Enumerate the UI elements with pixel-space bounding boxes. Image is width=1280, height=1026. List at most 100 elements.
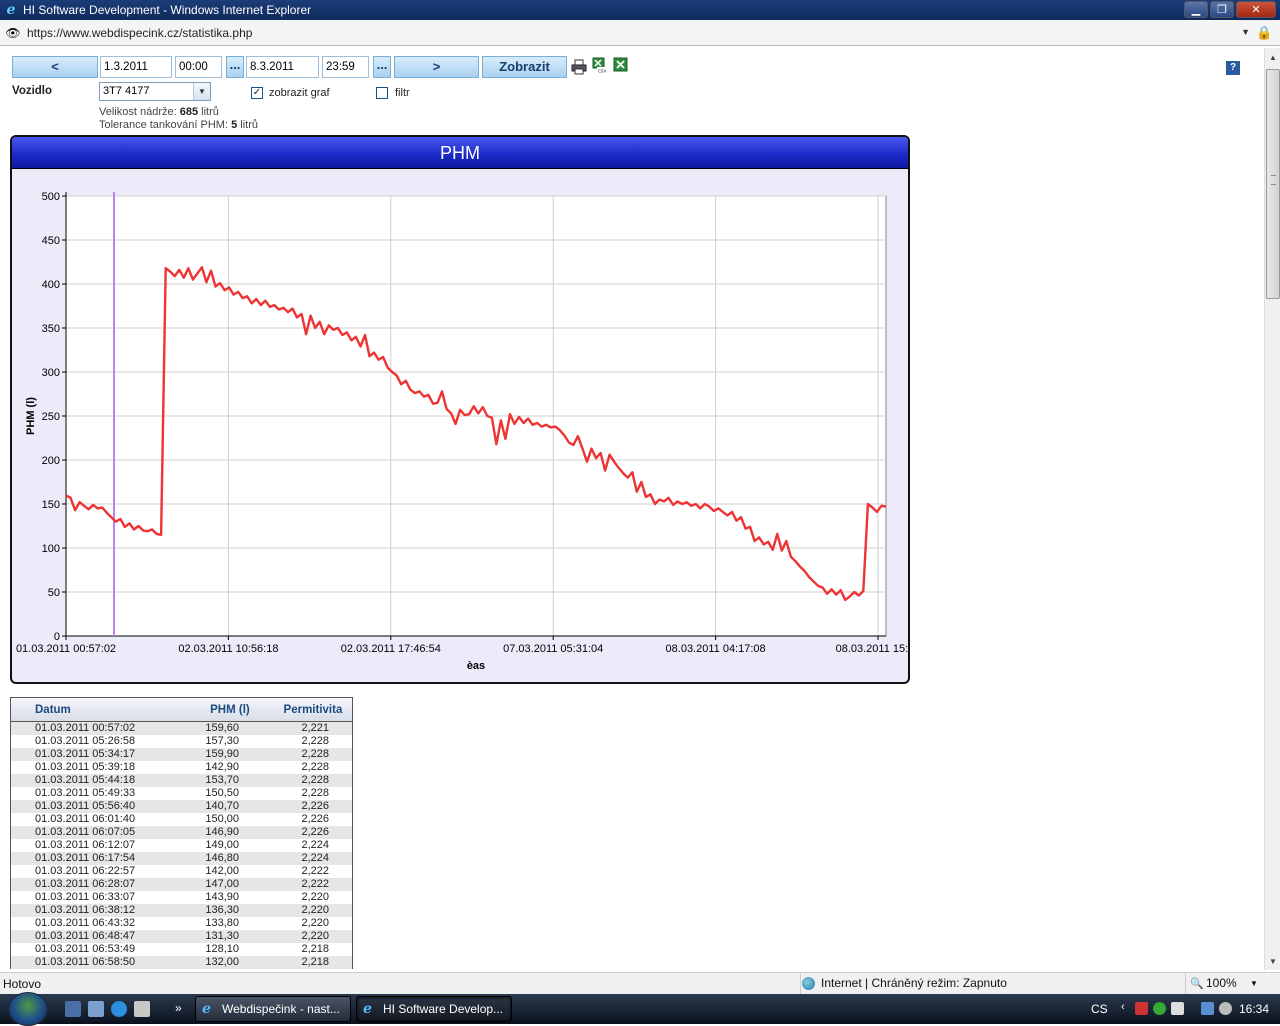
- y-tick-label: 100: [42, 543, 60, 555]
- cell-datum: 01.03.2011 06:38:12: [35, 904, 136, 916]
- table-row: 01.03.2011 06:53:49 128,10 2,218: [11, 943, 352, 956]
- cell-permitivita: 2,226: [301, 813, 329, 825]
- tray-app-icon[interactable]: [1135, 1002, 1148, 1015]
- cell-datum: 01.03.2011 05:49:33: [35, 787, 136, 799]
- cell-phm: 147,00: [205, 878, 239, 890]
- time-to-input[interactable]: 23:59: [322, 56, 369, 78]
- cell-datum: 01.03.2011 06:01:40: [35, 813, 136, 825]
- print-icon[interactable]: [571, 59, 587, 75]
- help-icon[interactable]: ?: [1226, 61, 1240, 75]
- cell-phm: 157,30: [205, 735, 239, 747]
- cell-permitivita: 2,228: [301, 761, 329, 773]
- cell-permitivita: 2,224: [301, 839, 329, 851]
- clock[interactable]: 16:34: [1239, 1002, 1269, 1016]
- language-indicator[interactable]: CS: [1091, 1002, 1108, 1016]
- export-excel-icon[interactable]: [613, 57, 629, 73]
- switch-windows-icon[interactable]: [88, 1001, 104, 1017]
- x-tick-label: 07.03.2011 05:31:04: [503, 643, 603, 655]
- prev-button[interactable]: <: [12, 56, 98, 78]
- vehicle-label: Vozidlo: [12, 85, 53, 97]
- scroll-up-icon[interactable]: ▲: [1265, 50, 1280, 66]
- date-from-picker-button[interactable]: ...: [226, 56, 244, 78]
- address-bar[interactable]: 👁 https://www.webdispecink.cz/statistika…: [0, 20, 1280, 46]
- cell-datum: 01.03.2011 06:07:05: [35, 826, 136, 838]
- chevron-down-icon[interactable]: ▼: [193, 83, 210, 100]
- cell-phm: 133,80: [205, 917, 239, 929]
- cell-datum: 01.03.2011 06:12:07: [35, 839, 136, 851]
- network-icon[interactable]: [1201, 1002, 1214, 1015]
- start-button[interactable]: [8, 992, 48, 1026]
- x-tick-label: 02.03.2011 17:46:54: [341, 643, 441, 655]
- ie-icon: e: [202, 1001, 211, 1017]
- cell-phm: 143,90: [205, 891, 239, 903]
- show-graph-label: zobrazit graf: [269, 87, 330, 99]
- tank-size-value: 685: [179, 106, 199, 118]
- tolerance-unit: litrů: [240, 119, 258, 131]
- url-text[interactable]: https://www.webdispecink.cz/statistika.p…: [27, 26, 252, 40]
- y-tick-label: 300: [42, 367, 60, 379]
- x-tick-label: 08.03.2011 15:18: [836, 643, 908, 655]
- security-zone[interactable]: Internet | Chráněný režim: Zapnuto: [800, 973, 1007, 995]
- export-csv-icon[interactable]: csv: [592, 57, 608, 73]
- date-from-input[interactable]: 1.3.2011: [100, 56, 172, 78]
- maximize-button[interactable]: ❐: [1210, 1, 1234, 18]
- cell-phm: 146,90: [205, 826, 239, 838]
- cell-permitivita: 2,222: [301, 865, 329, 877]
- cell-permitivita: 2,221: [301, 722, 329, 734]
- filter-checkbox[interactable]: [376, 87, 388, 99]
- header-datum[interactable]: Datum: [11, 698, 158, 721]
- time-from-input[interactable]: 00:00: [175, 56, 222, 78]
- task-hi-software[interactable]: e HI Software Develop...: [356, 996, 512, 1022]
- tolerance-label: Tolerance tankování PHM:: [99, 119, 229, 131]
- header-permitivita[interactable]: Permitivita: [274, 698, 352, 721]
- zoom-level[interactable]: 100%: [1185, 973, 1237, 995]
- scroll-down-icon[interactable]: ▼: [1265, 954, 1280, 970]
- table-body: 01.03.2011 00:57:02 159,60 2,221 01.03.2011…: [11, 722, 352, 969]
- quicklaunch-app-icon[interactable]: [134, 1001, 150, 1017]
- ie-quicklaunch-icon[interactable]: [111, 1001, 127, 1017]
- tray-messenger-icon[interactable]: [1153, 1002, 1166, 1015]
- cell-phm: 150,00: [205, 813, 239, 825]
- date-to-picker-button[interactable]: ...: [373, 56, 391, 78]
- vertical-scrollbar[interactable]: ▲ ▼: [1264, 48, 1280, 970]
- show-button[interactable]: Zobrazit: [482, 56, 567, 78]
- lock-icon[interactable]: 🔒: [1256, 25, 1272, 41]
- show-desktop-icon[interactable]: [65, 1001, 81, 1017]
- cell-phm: 149,00: [205, 839, 239, 851]
- show-graph-checkbox[interactable]: ✓: [251, 87, 263, 99]
- cell-permitivita: 2,220: [301, 930, 329, 942]
- cell-permitivita: 2,220: [301, 891, 329, 903]
- header-phm[interactable]: PHM (l): [158, 698, 274, 721]
- scroll-thumb[interactable]: [1266, 69, 1280, 299]
- next-button[interactable]: >: [394, 56, 479, 78]
- address-dropdown-icon[interactable]: ▼: [1241, 27, 1250, 37]
- status-bar: Hotovo Internet | Chráněný režim: Zapnut…: [0, 972, 1280, 995]
- svg-text:csv: csv: [598, 69, 606, 74]
- cell-permitivita: 2,218: [301, 956, 329, 968]
- volume-icon[interactable]: [1219, 1002, 1232, 1015]
- table-row: 01.03.2011 06:58:50 132,00 2,218: [11, 956, 352, 969]
- x-tick-label: 02.03.2011 10:56:18: [178, 643, 278, 655]
- x-tick-label: 01.03.2011 00:57:02: [16, 643, 116, 655]
- minimize-button[interactable]: ▁: [1184, 1, 1208, 18]
- y-tick-label: 250: [42, 411, 60, 423]
- cell-phm: 150,50: [205, 787, 239, 799]
- status-text: Hotovo: [3, 977, 42, 991]
- close-button[interactable]: ✕: [1236, 1, 1276, 18]
- table-row: 01.03.2011 06:01:40 150,00 2,226: [11, 813, 352, 826]
- vehicle-select[interactable]: 3T7 4177 ▼: [99, 82, 211, 101]
- cell-phm: 136,30: [205, 904, 239, 916]
- tray-expand-icon[interactable]: ‹: [1121, 1001, 1125, 1013]
- zoom-dropdown-icon[interactable]: ▼: [1250, 979, 1258, 988]
- table-header: Datum PHM (l) Permitivita: [11, 698, 352, 722]
- date-to-input[interactable]: 8.3.2011: [246, 56, 319, 78]
- tray-keyboard-icon[interactable]: [1171, 1002, 1184, 1015]
- table-row: 01.03.2011 06:43:32 133,80 2,220: [11, 917, 352, 930]
- cell-permitivita: 2,226: [301, 800, 329, 812]
- cell-permitivita: 2,220: [301, 917, 329, 929]
- window-titlebar: e HI Software Development - Windows Inte…: [0, 0, 1280, 20]
- table-row: 01.03.2011 06:07:05 146,90 2,226: [11, 826, 352, 839]
- task-webdispecink[interactable]: e Webdispečink - nast...: [195, 996, 351, 1022]
- quicklaunch-overflow-icon[interactable]: »: [175, 1001, 185, 1017]
- cell-permitivita: 2,228: [301, 774, 329, 786]
